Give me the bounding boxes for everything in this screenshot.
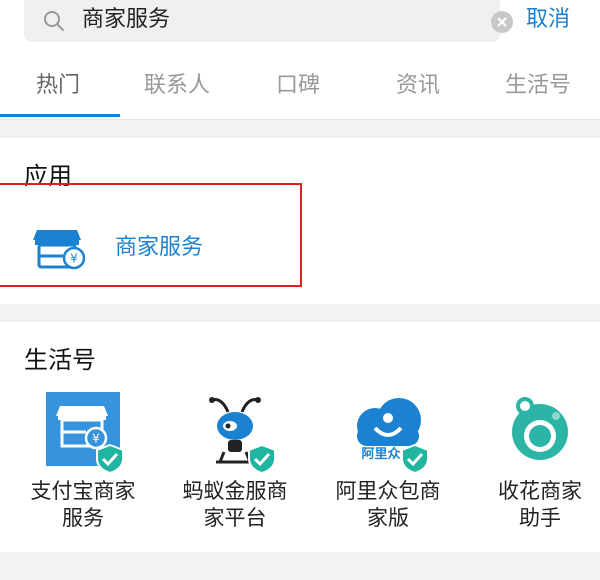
life-accounts-section: 生活号 ¥ 支付宝商家 服务 蚂蚁金服商 家平台 阿里众 阿里众包商 家版 收花… [0,322,600,552]
svg-text:¥: ¥ [70,252,78,266]
life-account-flower-merchant[interactable]: 收花商家 助手 [465,392,600,542]
search-input[interactable]: 商家服务 [24,0,513,42]
life-account-name: 收花商家 助手 [498,479,582,530]
life-account-name: 阿里众包商 家版 [335,479,441,530]
merchant-store-icon: ¥ [33,230,85,270]
tab-life-accounts[interactable]: 生活号 [505,72,571,100]
active-tab-indicator [0,114,120,117]
app-label: 商家服务 [115,235,204,260]
life-account-ali-crowdsource[interactable]: 阿里众 阿里众包商 家版 [313,392,463,542]
life-accounts-section-title: 生活号 [24,346,96,374]
cancel-button[interactable]: 取消 [526,6,570,34]
search-query: 商家服务 [82,7,171,32]
tab-hot[interactable]: 热门 [36,72,80,100]
verified-check-icon [96,444,124,474]
tab-news[interactable]: 资讯 [396,72,440,100]
clear-icon[interactable] [490,10,514,34]
verified-check-icon [401,444,429,474]
flower-merchant-icon [512,397,568,460]
tab-koubei[interactable]: 口碑 [276,72,320,100]
life-account-alipay-merchant[interactable]: ¥ 支付宝商家 服务 [8,392,158,542]
life-account-name: 支付宝商家 服务 [30,479,136,530]
life-account-ant-financial[interactable]: 蚂蚁金服商 家平台 [160,392,310,542]
search-bar: 商家服务 取消 [0,0,600,52]
apps-section: 应用 ¥ 商家服务 [0,138,600,304]
svg-text:阿里众: 阿里众 [361,446,400,462]
tab-contacts[interactable]: 联系人 [144,72,210,100]
life-account-name: 蚂蚁金服商 家平台 [182,479,288,530]
verified-check-icon [248,444,276,474]
search-icon [44,11,64,31]
tabs-divider [0,119,600,120]
category-tabs: 热门 联系人 口碑 资讯 生活号 [0,52,600,120]
